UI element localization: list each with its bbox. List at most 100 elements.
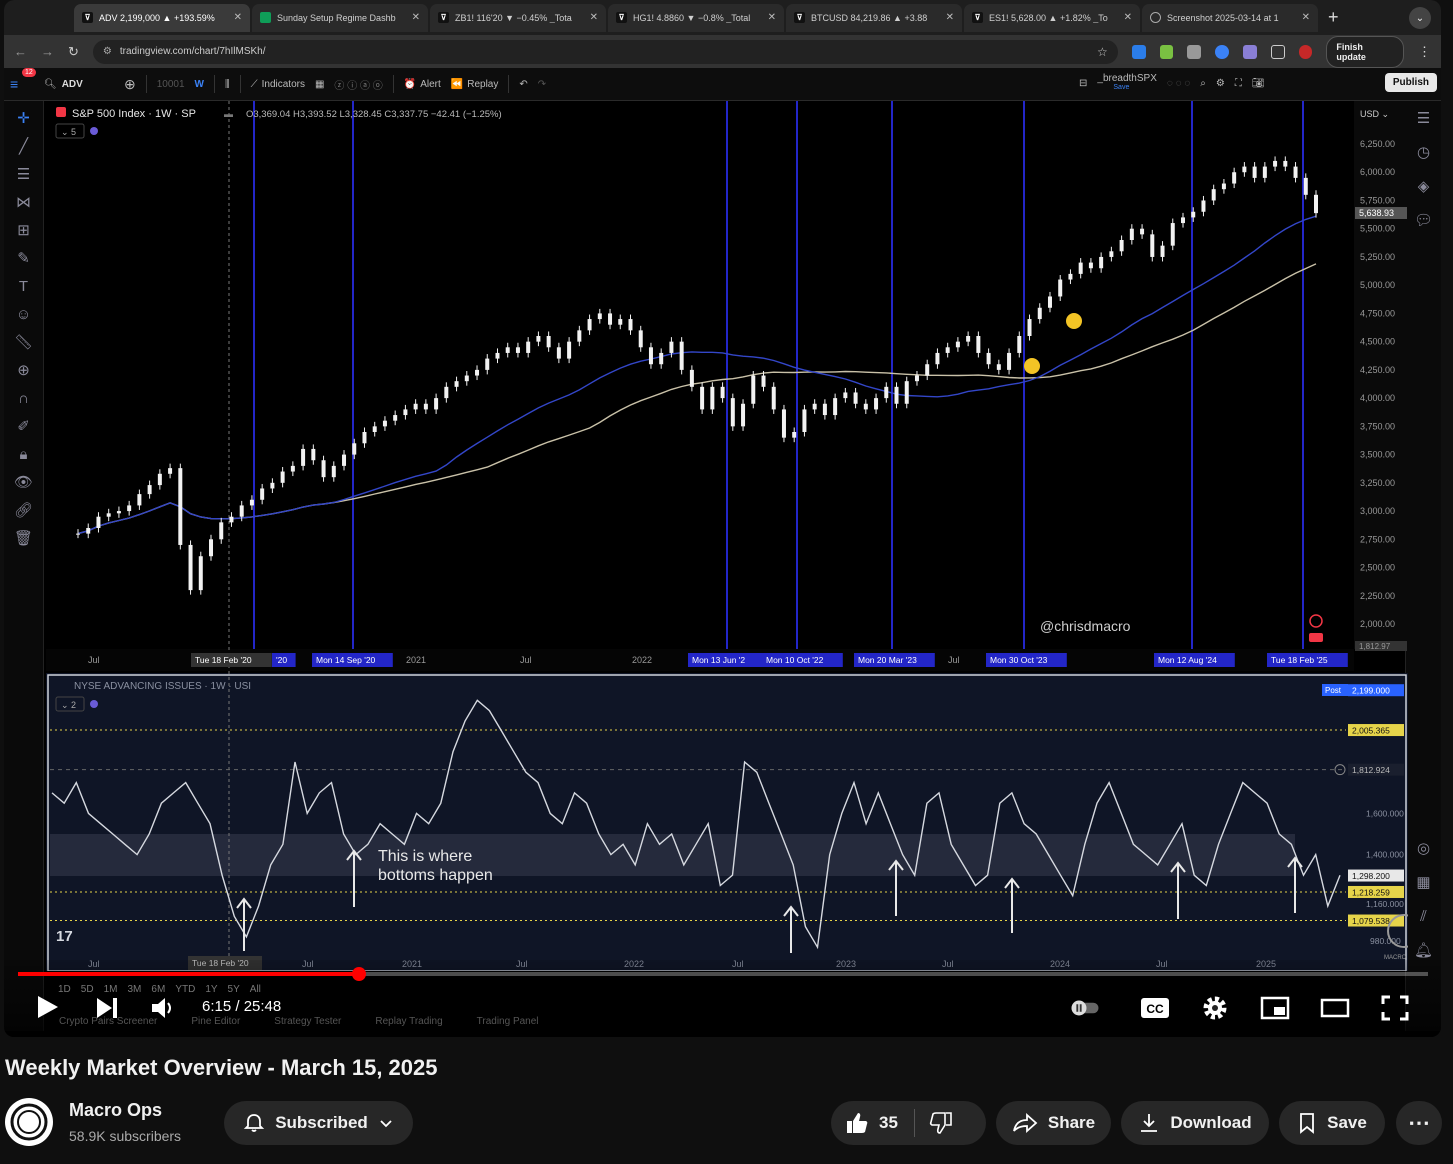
- browser-tab[interactable]: ⊽ HG1! 4.8860 ▼ −0.8% _Total ✕: [608, 3, 784, 32]
- finish-update-button[interactable]: Finish update: [1326, 35, 1405, 68]
- calendar-icon[interactable]: ▦: [1413, 873, 1435, 893]
- browser-tab[interactable]: ⊽ ADV 2,199,000 ▲ +193.59% ✕: [74, 3, 250, 32]
- bottom-panel-tab[interactable]: Pine Editor: [191, 1016, 240, 1027]
- eye-icon[interactable]: 👁︎: [13, 473, 35, 493]
- range-button[interactable]: 5Y: [228, 984, 240, 995]
- bell-icon[interactable]: 🔔︎: [1413, 941, 1435, 961]
- play-icon[interactable]: [34, 994, 60, 1020]
- templates-icon[interactable]: ▦: [315, 79, 324, 90]
- interval-unit[interactable]: W: [195, 79, 204, 90]
- bottom-panel-tab[interactable]: Replay Trading: [375, 1016, 442, 1027]
- close-tab-icon[interactable]: ✕: [946, 12, 954, 23]
- alerts-clock-icon[interactable]: ◷: [1413, 143, 1435, 163]
- interval-input[interactable]: 10001: [157, 79, 185, 90]
- link-icon[interactable]: 🔗︎: [13, 501, 35, 521]
- browser-tab[interactable]: ⊽ ZB1! 116'20 ▼ −0.45% _Tota ✕: [430, 3, 606, 32]
- progress-bar[interactable]: [18, 967, 1428, 981]
- brush-icon[interactable]: ✎: [13, 249, 35, 269]
- kebab-menu-icon[interactable]: ⋮: [1418, 44, 1431, 60]
- browser-tab[interactable]: Sunday Setup Regime Dashb ✕: [252, 3, 428, 32]
- bottom-panel-tab[interactable]: Trading Panel: [477, 1016, 539, 1027]
- trendline-icon[interactable]: ╱: [13, 137, 35, 157]
- captions-icon[interactable]: CC: [1140, 994, 1170, 1022]
- alert-button[interactable]: ⏰ Alert: [404, 79, 441, 90]
- range-button[interactable]: 1M: [104, 984, 118, 995]
- layout-name-button[interactable]: _breadthSPX Save: [1097, 74, 1157, 92]
- close-tab-icon[interactable]: ✕: [768, 12, 776, 23]
- settings-gear-icon[interactable]: [1200, 994, 1230, 1022]
- new-tab-icon[interactable]: +: [1328, 7, 1339, 28]
- scrubber-knob[interactable]: [352, 967, 367, 981]
- magnet-icon[interactable]: ∩: [13, 389, 35, 409]
- close-tab-icon[interactable]: ✕: [590, 12, 598, 23]
- settings-icon[interactable]: ⚙: [1216, 78, 1225, 89]
- indicators-button[interactable]: ⟋ Indicators: [251, 79, 305, 90]
- puzzle-icon[interactable]: [1270, 44, 1285, 59]
- stay-drawing-icon[interactable]: ✐: [13, 417, 35, 437]
- close-tab-icon[interactable]: ✕: [1124, 12, 1132, 23]
- chart-area[interactable]: S&P 500 Index · 1W · SP ▬ O3,369.04 H3,393…: [46, 101, 1408, 971]
- bookmark-star-icon[interactable]: ☆: [1097, 45, 1108, 59]
- range-button[interactable]: YTD: [175, 984, 195, 995]
- miniplayer-icon[interactable]: [1260, 994, 1290, 1022]
- like-button[interactable]: 35: [845, 1109, 915, 1137]
- download-button[interactable]: Download: [1121, 1101, 1269, 1145]
- volume-icon[interactable]: [150, 996, 176, 1020]
- next-icon[interactable]: [94, 996, 120, 1020]
- browser-tab[interactable]: ⊽ BTCUSD 84,219.86 ▲ +3.88 ✕: [786, 3, 962, 32]
- symbol-search[interactable]: 🔍︎ ADV: [44, 79, 114, 90]
- pattern-icon[interactable]: ⋈: [13, 193, 35, 213]
- lock-icon[interactable]: 🔒︎: [13, 445, 35, 465]
- fullscreen-icon[interactable]: ⛶: [1235, 78, 1242, 89]
- emoji-icon[interactable]: ☺: [13, 305, 35, 325]
- chart-canvas[interactable]: S&P 500 Index · 1W · SP ▬ O3,369.04 H3,393…: [46, 101, 1408, 971]
- fib-icon[interactable]: ☰: [13, 165, 35, 185]
- range-button[interactable]: 5D: [81, 984, 94, 995]
- close-tab-icon[interactable]: ✕: [412, 12, 420, 23]
- browser-tab[interactable]: ⊽ ES1! 5,628.00 ▲ +1.82% _To ✕: [964, 3, 1140, 32]
- autoplay-toggle[interactable]: [1070, 994, 1100, 1022]
- indicator-shortcut-icon[interactable]: ⓩ ⓘ ⓐ ⓞ: [334, 77, 382, 92]
- redo-icon[interactable]: ↷: [538, 79, 546, 90]
- layout-icon[interactable]: ⊟: [1079, 78, 1087, 89]
- tv-menu-icon[interactable]: ≡ 12: [10, 68, 36, 92]
- browser-tab[interactable]: Screenshot 2025-03-14 at 1 ✕: [1142, 3, 1318, 32]
- projection-icon[interactable]: ⊞: [13, 221, 35, 241]
- site-info-icon[interactable]: ⚙: [103, 46, 112, 57]
- ruler-icon[interactable]: 📏︎: [13, 333, 35, 353]
- close-tab-icon[interactable]: ✕: [234, 12, 242, 23]
- tab-search-icon[interactable]: ⌄: [1409, 7, 1431, 29]
- chart-pattern-icon[interactable]: ⫽: [1413, 907, 1435, 927]
- watchlist-icon[interactable]: ☰: [1413, 109, 1435, 129]
- url-bar[interactable]: ⚙ tradingview.com/chart/7hIlMSKh/ ☆: [92, 39, 1118, 64]
- range-button[interactable]: 6M: [151, 984, 165, 995]
- extension-icon[interactable]: [1131, 44, 1146, 59]
- zoom-icon[interactable]: ⊕: [13, 361, 35, 381]
- replay-button[interactable]: ⏪ Replay: [451, 79, 499, 90]
- text-icon[interactable]: T: [13, 277, 35, 297]
- range-button[interactable]: 1Y: [205, 984, 217, 995]
- save-button[interactable]: Save: [1279, 1101, 1385, 1145]
- extension-icon[interactable]: [1187, 44, 1202, 59]
- extension-icon[interactable]: [1242, 44, 1257, 59]
- compare-icon[interactable]: ⊕: [124, 76, 136, 93]
- share-button[interactable]: Share: [996, 1101, 1111, 1145]
- extension-icon[interactable]: [1215, 44, 1229, 59]
- channel-avatar[interactable]: [5, 1098, 53, 1146]
- layout-dots-icon[interactable]: ◌ ◌ ◌: [1167, 78, 1190, 89]
- bottom-panel-tab[interactable]: Strategy Tester: [274, 1016, 341, 1027]
- video-player[interactable]: ⊽ ADV 2,199,000 ▲ +193.59% ✕ Sunday Setup R…: [4, 0, 1441, 1037]
- price-pane[interactable]: [46, 101, 1354, 649]
- quick-search-icon[interactable]: ⌕: [1200, 78, 1206, 89]
- trash-icon[interactable]: 🗑︎: [13, 529, 35, 549]
- range-button[interactable]: All: [250, 984, 261, 995]
- chat-icon[interactable]: 💬︎: [1413, 211, 1435, 231]
- theater-mode-icon[interactable]: [1320, 994, 1350, 1022]
- close-tab-icon[interactable]: ✕: [1302, 12, 1310, 23]
- channel-name[interactable]: Macro Ops: [69, 1100, 162, 1121]
- bar-type-icon[interactable]: ⫼: [225, 79, 230, 90]
- camera-icon[interactable]: 📷︎: [1252, 78, 1265, 89]
- more-actions-button[interactable]: ⋯: [1396, 1101, 1442, 1145]
- undo-icon[interactable]: ↶: [519, 79, 527, 90]
- dislike-button[interactable]: [915, 1111, 953, 1135]
